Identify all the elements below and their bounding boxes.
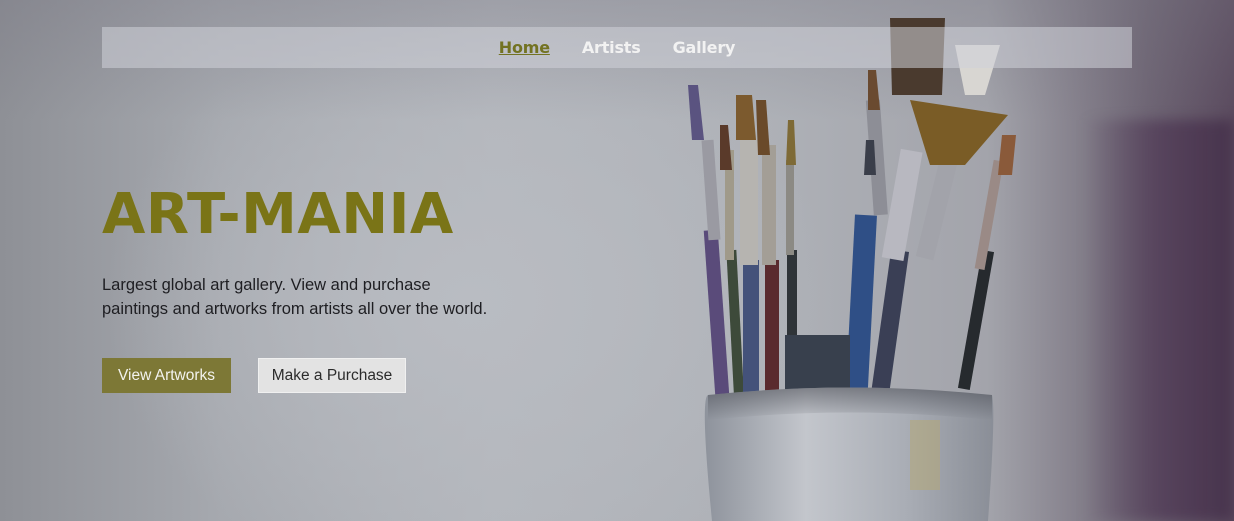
hero-section: Home Artists Gallery ART-MANIA Largest g…	[0, 0, 1234, 521]
top-navbar: Home Artists Gallery	[102, 27, 1132, 68]
make-purchase-button[interactable]: Make a Purchase	[258, 358, 406, 393]
nav-link-artists[interactable]: Artists	[582, 38, 641, 57]
hero-title: ART-MANIA	[102, 182, 454, 247]
hero-description: Largest global art gallery. View and pur…	[102, 276, 488, 318]
view-artworks-button[interactable]: View Artworks	[102, 358, 231, 393]
nav-link-home[interactable]: Home	[499, 38, 550, 57]
background-blur	[1084, 120, 1234, 521]
paintbrushes-image	[688, 18, 1016, 521]
nav-link-gallery[interactable]: Gallery	[673, 38, 736, 57]
